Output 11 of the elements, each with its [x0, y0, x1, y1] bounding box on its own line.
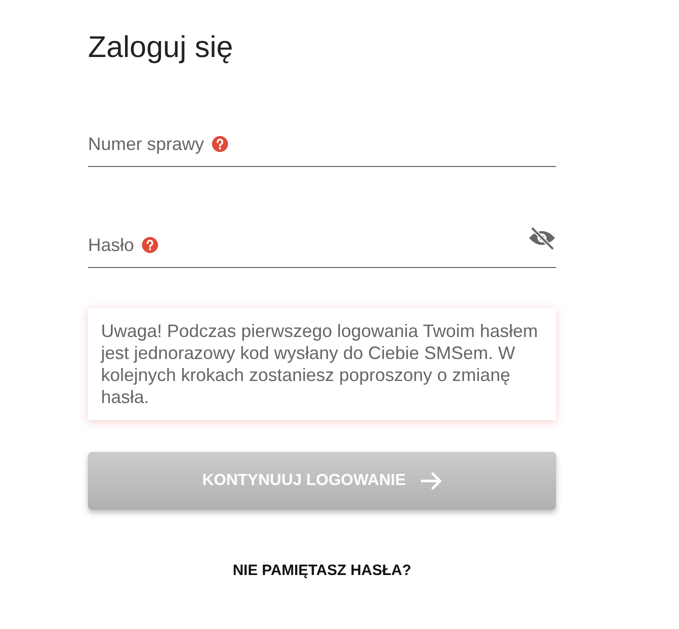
- help-icon[interactable]: [142, 237, 158, 253]
- field-label: Hasło: [88, 234, 134, 256]
- info-notice: Uwaga! Podczas pierwszego logowania Twoim hasłem jest jednorazowy kod wysłany do Ciebie SMSem. W kolejnych krokach zostaniesz poproszony o zmianę hasła.: [88, 308, 556, 420]
- password-field[interactable]: Hasło: [88, 223, 556, 268]
- forgot-password-link[interactable]: NIE PAMIĘTASZ HASŁA?: [232, 562, 412, 579]
- text-field[interactable]: Numer sprawy: [88, 122, 556, 167]
- eye-off-icon[interactable]: [528, 226, 556, 250]
- arrow-right-icon: [420, 471, 442, 491]
- field-label: Numer sprawy: [88, 134, 204, 154]
- page-title: Zaloguj się: [88, 30, 234, 66]
- help-icon[interactable]: [212, 136, 228, 152]
